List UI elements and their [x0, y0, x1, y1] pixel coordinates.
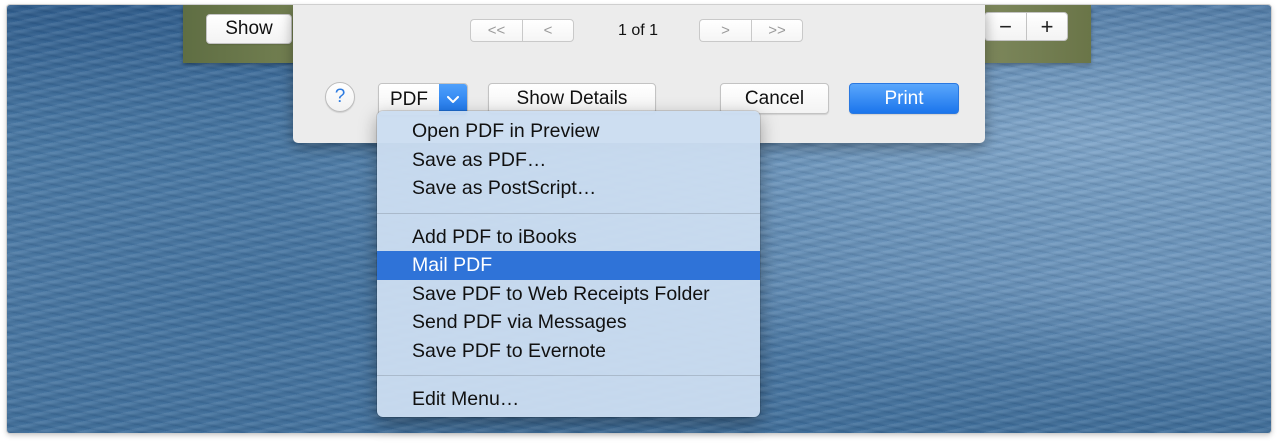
previous-page-button[interactable]: <	[522, 19, 574, 42]
menu-separator	[377, 212, 760, 214]
print-button[interactable]: Print	[849, 83, 959, 114]
menu-item-mail-pdf[interactable]: Mail PDF	[377, 251, 760, 280]
pdf-dropdown-menu: Open PDF in Preview Save as PDF… Save as…	[377, 111, 760, 417]
chevron-down-icon	[447, 95, 459, 103]
menu-item-open-pdf-in-preview[interactable]: Open PDF in Preview	[377, 117, 760, 146]
menu-item-save-as-pdf[interactable]: Save as PDF…	[377, 146, 760, 175]
first-page-button[interactable]: <<	[470, 19, 522, 42]
show-details-button[interactable]: Show Details	[488, 83, 656, 114]
menu-item-add-pdf-to-ibooks[interactable]: Add PDF to iBooks	[377, 223, 760, 252]
question-mark-icon: ?	[334, 86, 346, 107]
show-button[interactable]: Show	[206, 14, 292, 44]
next-page-button[interactable]: >	[699, 19, 751, 42]
zoom-controls: − +	[984, 12, 1068, 41]
pager-forward-group: > >>	[699, 19, 803, 42]
zoom-out-button[interactable]: −	[984, 12, 1026, 41]
menu-item-edit-menu[interactable]: Edit Menu…	[377, 385, 760, 414]
help-button[interactable]: ?	[325, 82, 355, 112]
menu-item-save-pdf-to-evernote[interactable]: Save PDF to Evernote	[377, 337, 760, 366]
page-indicator: 1 of 1	[617, 21, 659, 39]
last-page-button[interactable]: >>	[751, 19, 803, 42]
menu-separator	[377, 375, 760, 376]
zoom-in-button[interactable]: +	[1026, 12, 1068, 41]
pager-back-group: << <	[470, 19, 574, 42]
menu-item-send-pdf-via-messages[interactable]: Send PDF via Messages	[377, 308, 760, 337]
menu-item-save-as-postscript[interactable]: Save as PostScript…	[377, 174, 760, 203]
menu-item-save-pdf-to-web-receipts[interactable]: Save PDF to Web Receipts Folder	[377, 280, 760, 309]
cancel-button[interactable]: Cancel	[720, 83, 829, 114]
